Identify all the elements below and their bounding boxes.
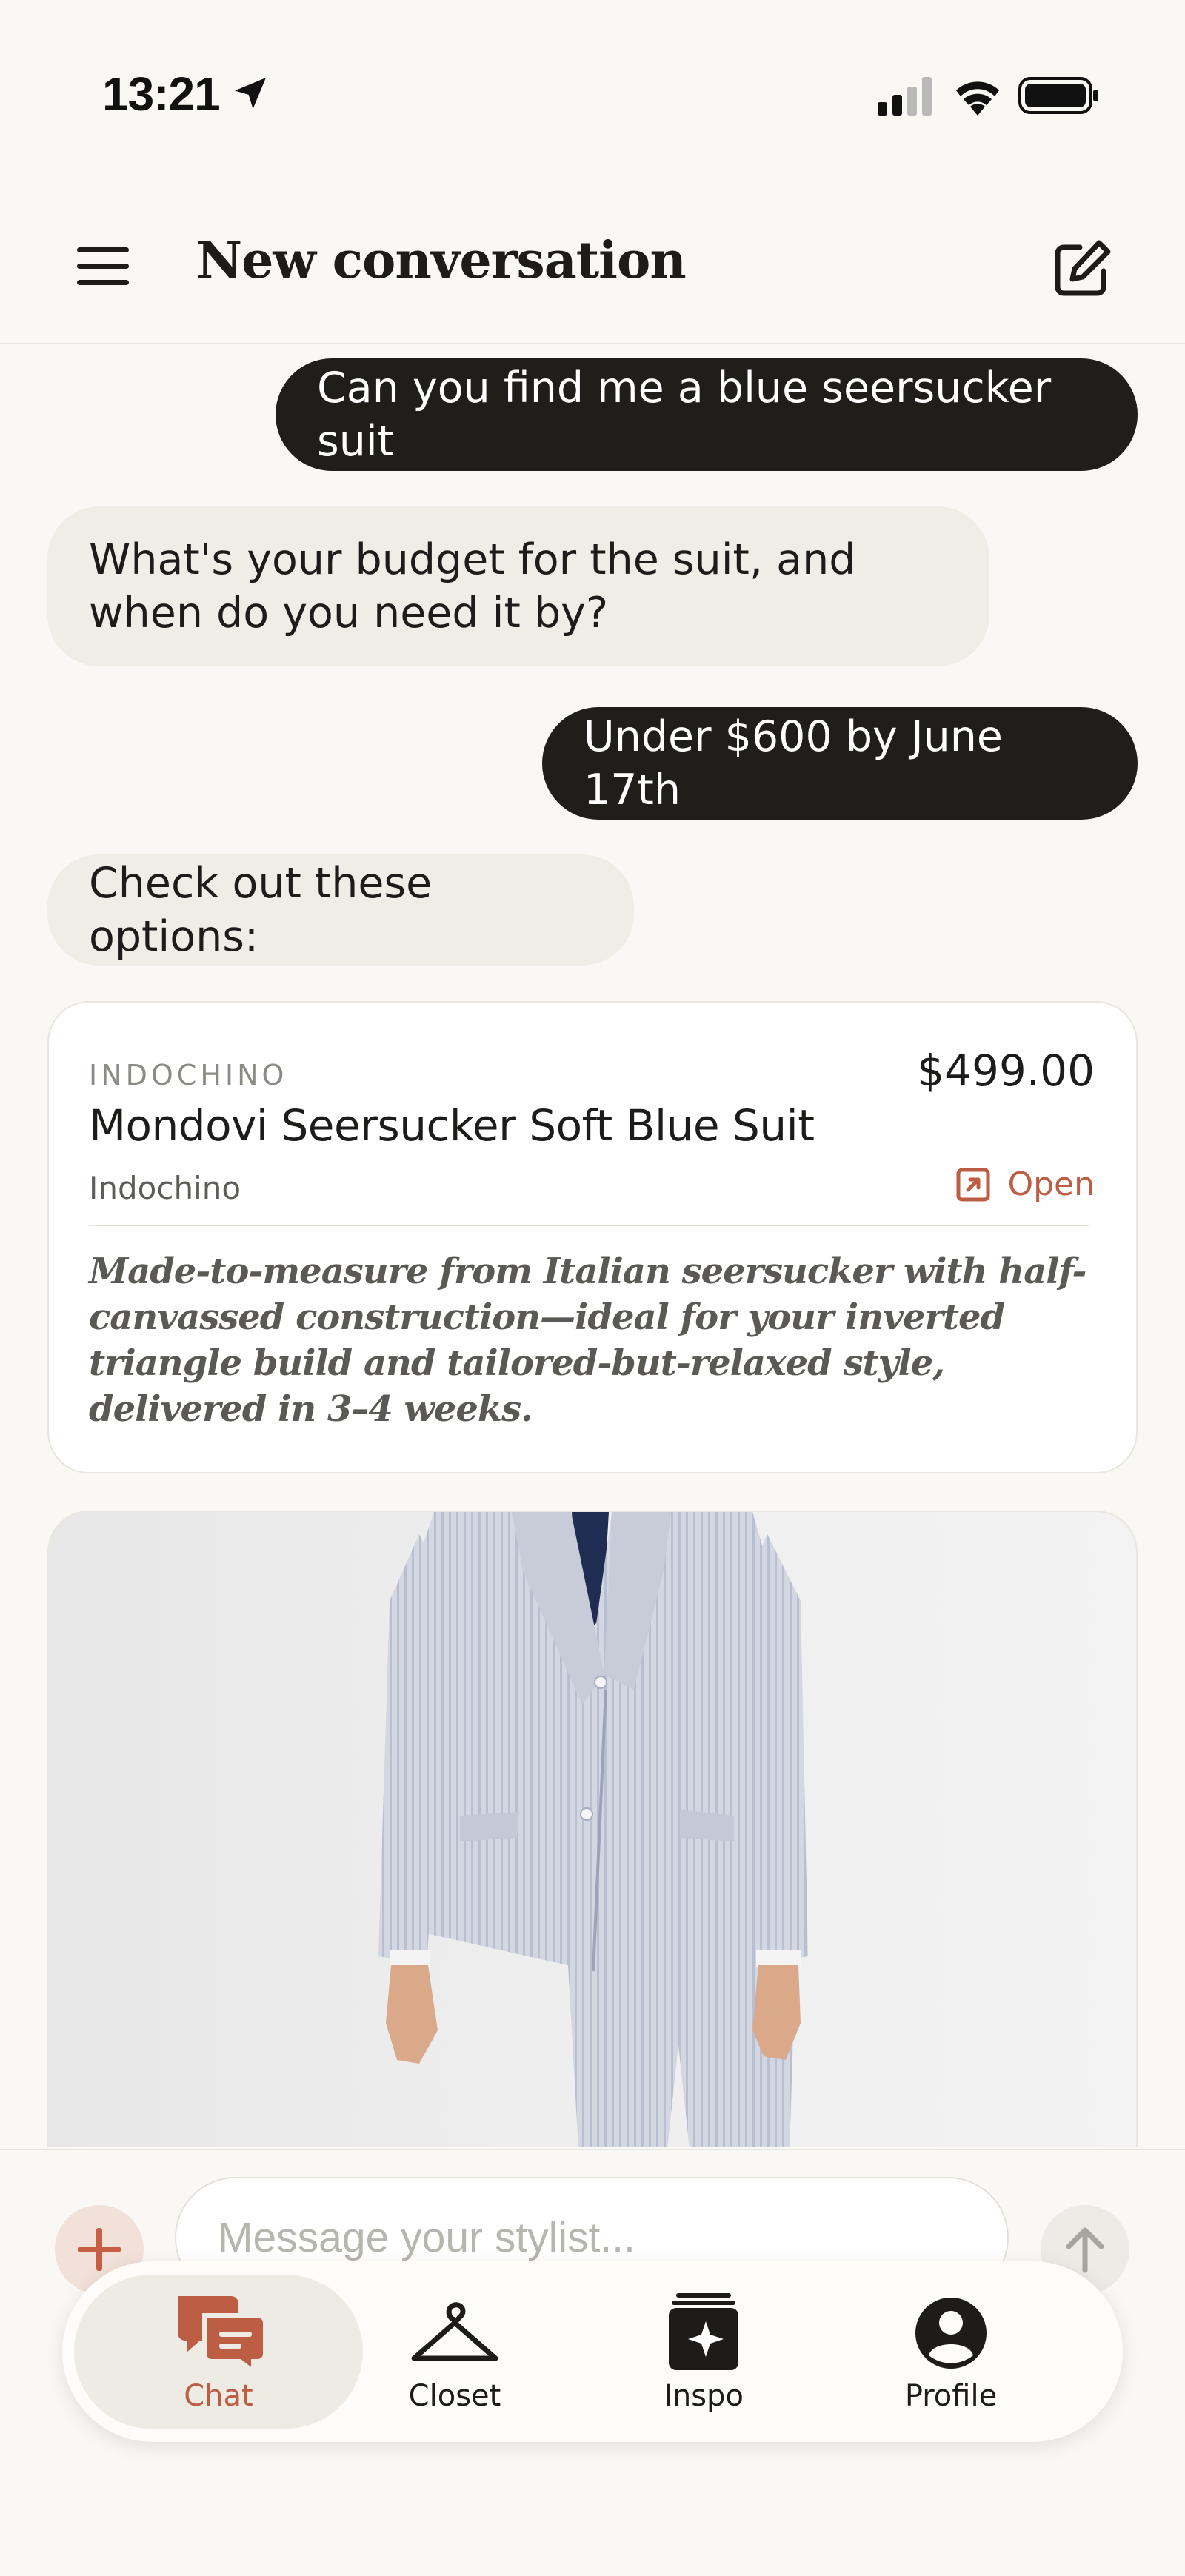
tab-chat[interactable]: Chat <box>74 2275 363 2429</box>
tab-closet[interactable]: Closet <box>329 2275 581 2429</box>
assistant-message: Check out these options: <box>47 854 634 966</box>
tab-profile[interactable]: Profile <box>825 2275 1077 2429</box>
battery-icon <box>1018 77 1098 114</box>
product-image[interactable] <box>47 1511 1138 2147</box>
product-name: Mondovi Seersucker Soft Blue Suit <box>89 1100 815 1151</box>
message-text: Under $600 by June 17th <box>584 712 1003 814</box>
user-message: Under $600 by June 17th <box>542 707 1138 820</box>
open-link-label: Open <box>1007 1165 1095 1203</box>
tab-bar: Chat Closet Inspo Profile <box>62 2261 1123 2442</box>
message-text: Check out these options: <box>89 859 433 961</box>
message-text: Can you find me a blue seersucker suit <box>317 364 1052 466</box>
hanger-icon <box>411 2302 498 2361</box>
person-icon <box>915 2298 987 2369</box>
status-bar: 13:21 <box>0 0 1185 148</box>
product-price: $499.00 <box>917 1046 1095 1096</box>
seersucker-suit-photo <box>378 1512 808 2147</box>
user-message: Can you find me a blue seersucker suit <box>276 358 1138 471</box>
product-brand: INDOCHINO <box>89 1059 288 1091</box>
status-time: 13:21 <box>102 67 221 121</box>
hamburger-menu-icon[interactable] <box>74 244 136 289</box>
chat-bubbles-icon <box>178 2296 267 2372</box>
tab-label: Closet <box>408 2379 501 2413</box>
product-card[interactable]: INDOCHINO $499.00 Mondovi Seersucker Sof… <box>47 1001 1138 1473</box>
new-conversation-icon[interactable] <box>1050 238 1112 301</box>
external-link-icon <box>956 1168 990 1201</box>
assistant-message: What's your budget for the suit, and whe… <box>47 506 989 666</box>
page-title: New conversation <box>196 231 687 290</box>
sparkle-cards-icon <box>669 2293 738 2370</box>
open-product-link[interactable]: Open <box>955 1165 1095 1203</box>
cellular-signal-icon <box>878 77 932 116</box>
tab-label: Profile <box>904 2379 998 2413</box>
card-divider <box>89 1225 1089 1226</box>
tab-inspo[interactable]: Inspo <box>578 2275 830 2429</box>
tab-label: Inspo <box>664 2379 744 2413</box>
tab-label: Chat <box>184 2379 253 2413</box>
wifi-icon <box>956 81 999 116</box>
message-text: What's your budget for the suit, and whe… <box>89 535 856 638</box>
composer-area: Chat Closet Inspo Profile <box>0 2149 1185 2576</box>
product-description: Made-to-measure from Italian seersucker … <box>89 1251 1086 1430</box>
app-header: New conversation <box>0 185 1185 344</box>
arrow-up-icon <box>1066 2227 1104 2273</box>
product-store: Indochino <box>89 1170 241 1206</box>
location-arrow-icon <box>235 78 266 109</box>
